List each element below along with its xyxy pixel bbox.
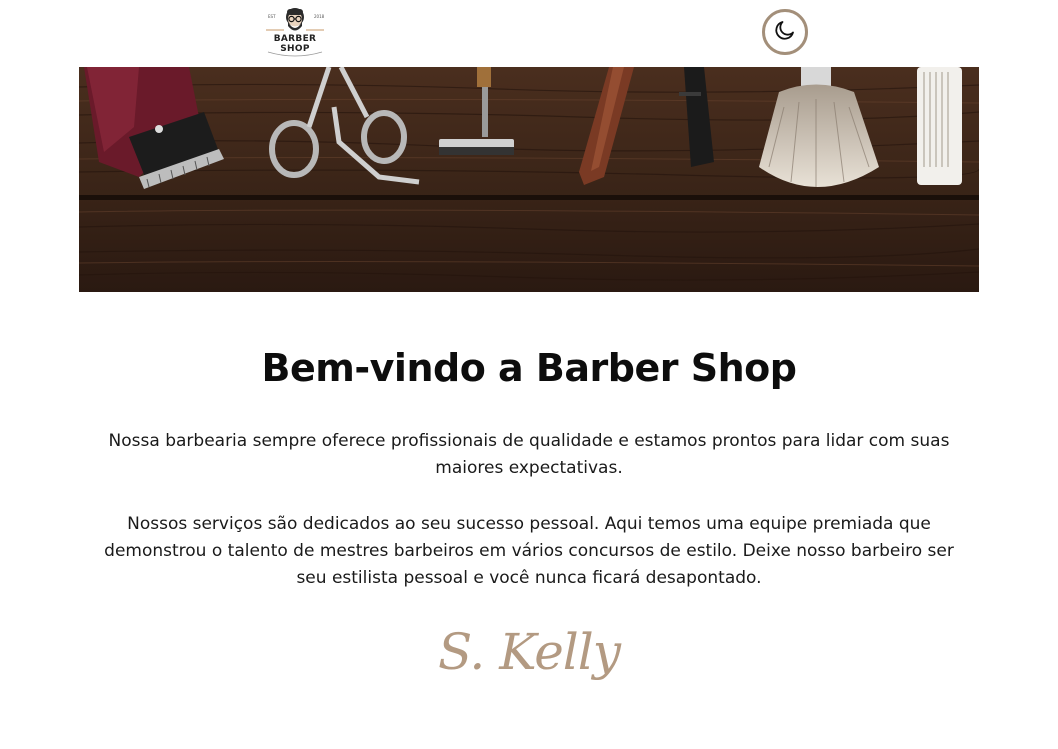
logo-text: BARBER SHOP [273,34,317,54]
theme-toggle-button[interactable] [762,9,808,55]
intro-paragraph: Nossa barbearia sempre oferece profissio… [108,431,950,478]
svg-text:EST: EST [268,14,276,19]
svg-text:2018: 2018 [314,14,325,19]
signature: S. Kelly [437,623,621,681]
page-title: Bem-vindo a Barber Shop [261,346,797,390]
moon-icon [773,18,797,46]
services-paragraph: Nossos serviços são dedicados ao seu suc… [104,514,954,588]
barber-shop-logo[interactable]: EST 2018 BARBER SHOP [258,4,332,62]
hero-banner-image [79,67,979,292]
site-header: EST 2018 BARBER SHOP [0,0,1058,67]
welcome-section: Bem-vindo a Barber Shop Nossa barbearia … [79,292,979,682]
